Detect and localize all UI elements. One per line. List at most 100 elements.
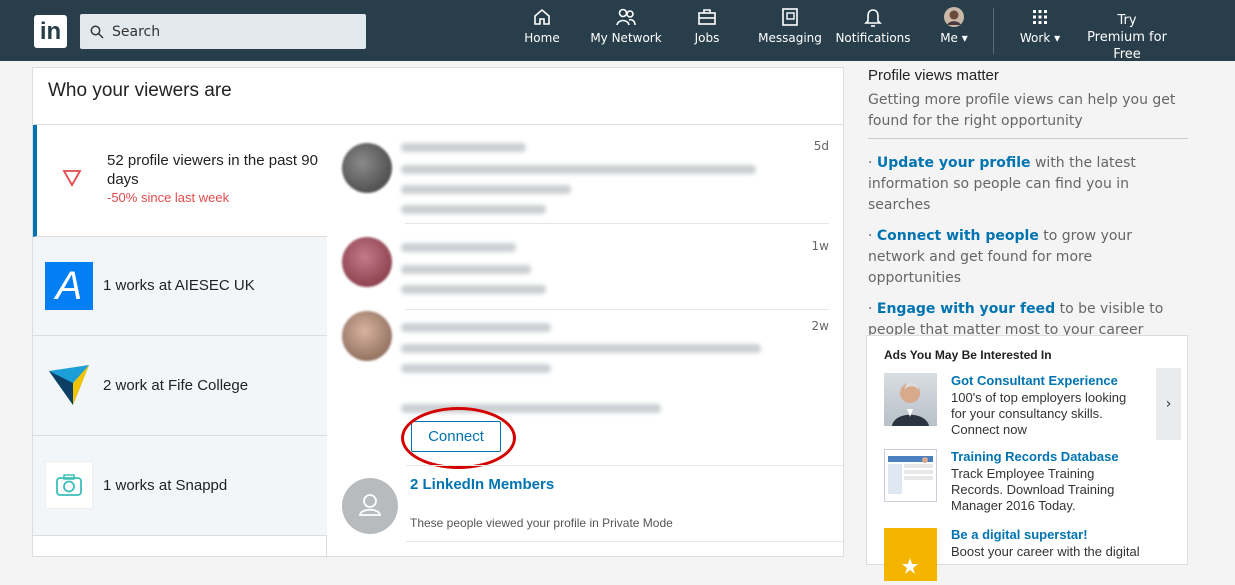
blurred-headline [401,165,756,174]
company-label: 2 work at Fife College [103,377,249,394]
summary-change: -50% since last week [107,190,230,205]
blurred-name [401,243,516,252]
blurred-name [401,143,526,152]
company-item-snappd[interactable]: 1 works at Snappd [33,436,327,536]
jobs-icon [698,9,716,25]
try-premium-link[interactable]: Try Premium for Free [1087,12,1167,63]
viewed-time: 5d [813,139,829,153]
divider [405,309,829,310]
ad-image [884,373,937,426]
ads-title: Ads You May Be Interested In [884,348,1052,362]
bell-icon [864,9,882,27]
blurred-headline [401,185,571,194]
ad-item[interactable]: Training Records Database Track Employee… [884,449,1154,513]
tip-item: · Connect with people to grow your netwo… [868,228,1133,286]
nav-label: Messaging [758,31,822,45]
ad-item[interactable]: Got Consultant Experience 100's of top e… [884,373,1154,437]
viewers-panel: Who your viewers are 52 profile viewers … [32,67,844,558]
private-members-item[interactable]: 2 LinkedIn Members These people viewed y… [328,466,843,546]
search-placeholder: Search [112,23,161,40]
summary-count: 52 profile viewers in the past 90 days [107,152,318,188]
ad-title[interactable]: Training Records Database [951,449,1119,464]
blurred-source [401,285,546,294]
company-label: 1 works at AIESEC UK [103,277,255,294]
ad-image [884,449,937,502]
avatar [342,143,392,193]
aiesec-logo: A [45,262,93,310]
ad-title[interactable]: Got Consultant Experience [951,373,1118,388]
sidebar-title: Profile views matter [868,67,999,84]
ad-text: 100's of top employers looking for your … [951,390,1127,437]
nav-home[interactable]: Home [522,6,562,45]
divider [868,138,1188,139]
nav-divider [993,8,994,54]
blurred-name [401,323,551,332]
tip-item: · Update your profile with the latest in… [868,155,1136,213]
connect-with-people-link[interactable]: Connect with people [877,228,1039,244]
nav-label: Notifications [835,31,911,45]
anonymous-avatar [342,478,398,534]
list-item[interactable]: 5d [328,125,843,223]
ads-panel: Ads You May Be Interested In Got Consult… [866,335,1188,581]
nav-messaging[interactable]: Messaging [758,6,822,45]
update-profile-link[interactable]: Update your profile [877,155,1031,171]
nav-work[interactable]: Work ▾ [1016,6,1064,45]
search-input[interactable]: Search [80,14,366,49]
nav-my-network[interactable]: My Network [590,6,662,45]
nav-label: Home [524,31,560,45]
company-label: 1 works at Snappd [103,477,228,494]
grid-icon [1033,10,1047,24]
blurred-source [401,205,546,214]
nav-label: Me ▾ [940,31,968,45]
blurred-source [401,364,551,373]
software-screenshot-image [888,456,933,494]
nav-label: My Network [590,31,662,45]
linkedin-logo[interactable]: in [34,15,67,48]
next-ad-button[interactable]: › [1156,368,1181,440]
viewed-time: 1w [811,239,829,253]
ad-text: Boost your career with the digital [951,544,1140,559]
list-item[interactable]: 1w [328,225,843,309]
ad-item[interactable]: Be a digital superstar! Boost your caree… [884,527,1154,581]
page-title: Who your viewers are [48,80,232,101]
blurred-headline [401,344,761,353]
nav-jobs[interactable]: Jobs [686,6,728,45]
star-icon [902,558,918,574]
nav-notifications[interactable]: Notifications [834,6,912,45]
summary-item[interactable]: 52 profile viewers in the past 90 days -… [33,125,327,237]
top-navbar: in Search Home My Network Jobs Messaging… [0,0,1235,63]
blurred-headline [401,265,531,274]
chevron-right-icon: › [1165,396,1172,412]
highlight-circle [401,407,516,469]
sidebar-subtitle: Getting more profile views can help you … [868,92,1176,129]
avatar [944,7,964,27]
viewed-time: 2w [811,319,829,333]
ad-title[interactable]: Be a digital superstar! [951,527,1088,542]
profile-views-tips: Profile views matter Getting more profil… [868,67,1188,351]
search-icon [90,25,104,39]
person-icon [358,494,382,516]
down-triangle-icon [62,170,82,187]
network-icon [616,8,636,26]
ad-image [884,528,937,581]
businessman-image [892,382,929,426]
snappd-logo [45,461,93,509]
ad-text: Track Employee Training Records. Downloa… [951,466,1115,513]
company-item-aiesec[interactable]: A 1 works at AIESEC UK [33,237,327,336]
avatar [342,311,392,361]
divider [405,223,829,224]
fife-college-logo [49,365,89,405]
camera-icon [56,474,82,496]
nav-me[interactable]: Me ▾ [933,6,975,45]
nav-label: Work ▾ [1019,31,1061,45]
divider [406,541,843,542]
company-item-fife-college[interactable]: 2 work at Fife College [33,336,327,436]
engage-feed-link[interactable]: Engage with your feed [877,301,1055,317]
home-icon [534,8,550,25]
viewer-breakdown: 52 profile viewers in the past 90 days -… [33,125,327,558]
avatar [342,237,392,287]
messaging-icon [782,8,798,26]
private-title[interactable]: 2 LinkedIn Members [410,476,554,493]
private-text: These people viewed your profile in Priv… [410,516,673,530]
nav-label: Jobs [694,31,720,45]
